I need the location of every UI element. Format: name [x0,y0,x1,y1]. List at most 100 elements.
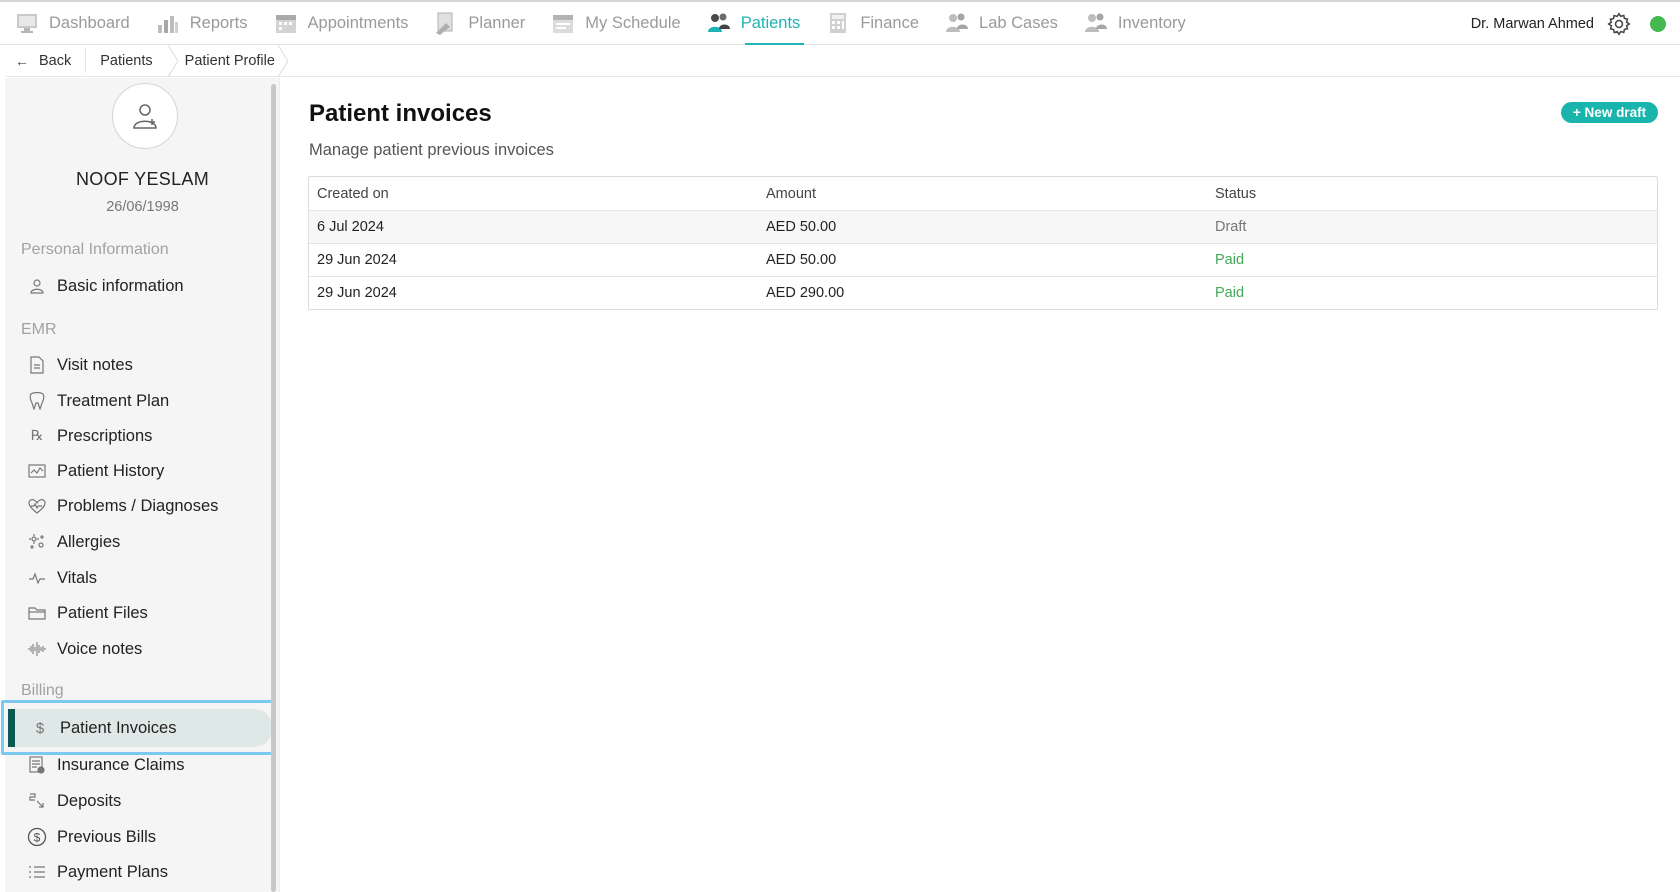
breadcrumb-patient-profile[interactable]: Patient Profile [179,45,289,76]
patients-icon [707,13,730,32]
sidebar-scrollbar[interactable] [271,84,276,892]
page-subtitle: Manage patient previous invoices [309,141,554,159]
nav-label: Planner [468,13,526,32]
sidebar-item-patient-files[interactable]: Patient Files [27,598,148,628]
online-status-dot [1650,15,1666,32]
sidebar-item-label: Vitals [57,568,98,587]
nav-label: Finance [860,13,920,32]
list-icon [27,862,47,882]
nav-label: Reports [189,13,248,32]
sidebar-item-payment-plans[interactable]: Payment Plans [27,857,168,887]
sidebar-item-label: Problems / Diagnoses [57,496,219,515]
nav-label: Dashboard [49,13,130,32]
breadcrumb-label: Patients [100,52,153,69]
dollar-circle-icon: $ [27,827,47,847]
status-badge: Draft [1215,219,1247,235]
inventory-icon [1084,13,1107,32]
avatar[interactable] [112,83,178,149]
patient-sidebar: NOOF YESLAM 26/06/1998 Personal Informat… [1,78,280,892]
sidebar-item-label: Basic information [57,276,184,295]
sidebar-item-problems-diagnoses[interactable]: Problems / Diagnoses [27,491,218,521]
breadcrumb-patients[interactable]: Patients [86,45,166,76]
document-icon [27,355,47,375]
sidebar-item-patient-history[interactable]: Patient History [27,456,164,486]
appointments-icon [275,15,296,33]
reports-icon [157,16,178,33]
cell-created-on: 29 Jun 2024 [317,285,397,301]
sidebar-item-vitals[interactable]: Vitals [27,563,97,593]
nav-label: Inventory [1117,13,1186,32]
nav-dashboard[interactable]: Dashboard [15,2,130,45]
nav-finance[interactable]: Finance [826,2,919,45]
sidebar-item-label: Deposits [57,791,122,810]
sidebar-item-previous-bills[interactable]: $ Previous Bills [27,822,156,852]
user-area: Dr. Marwan Ahmed [1471,2,1666,45]
nav-label: Lab Cases [979,13,1058,32]
dashboard-icon [17,14,37,33]
sidebar-item-deposits[interactable]: Deposits [27,786,121,816]
status-badge: Paid [1215,252,1245,268]
sidebar-item-treatment-plan[interactable]: Treatment Plan [27,386,169,416]
sidebar-item-prescriptions[interactable]: ℞ Prescriptions [27,421,153,451]
sidebar-item-label: Visit notes [57,355,133,374]
column-header-amount[interactable]: Amount [758,186,1207,202]
section-billing: Billing [21,682,64,699]
back-button[interactable]: ← Back [5,45,85,76]
tooth-icon [27,391,47,411]
breadcrumb-label: Patient Profile [184,52,275,69]
table-row[interactable]: 6 Jul 2024 AED 50.00 Draft [309,210,1657,243]
nav-planner[interactable]: Planner [434,2,525,45]
cell-amount: AED 50.00 [766,252,837,268]
cell-created-on: 6 Jul 2024 [317,219,384,235]
planner-icon [436,12,453,35]
column-header-created-on[interactable]: Created on [309,186,758,202]
patient-name: NOOF YESLAM [75,169,209,189]
nav-appointments[interactable]: Appointments [274,2,409,45]
sidebar-item-label: Allergies [57,532,121,551]
folder-icon [27,603,47,623]
gear-icon[interactable] [1606,11,1632,37]
sidebar-item-patient-invoices[interactable]: $ Patient Invoices [8,709,273,747]
cell-amount: AED 290.00 [766,285,845,301]
nav-my-schedule[interactable]: My Schedule [551,2,681,45]
nav-label: Appointments [307,13,409,32]
sidebar-item-label: Treatment Plan [57,391,170,410]
user-name[interactable]: Dr. Marwan Ahmed [1471,16,1594,32]
sidebar-item-label: Previous Bills [57,827,157,846]
claim-icon [27,755,47,775]
column-header-status[interactable]: Status [1207,186,1657,202]
sidebar-item-label: Patient Files [57,603,148,622]
dollar-icon: $ [35,719,45,737]
allergy-icon [27,532,47,552]
sidebar-item-basic-information[interactable]: Basic information [27,271,184,301]
sidebar-item-label: Payment Plans [57,862,168,881]
pulse-icon [27,568,47,588]
diagnosis-icon [27,496,47,516]
nav-patients[interactable]: Patients [707,2,804,45]
new-draft-button[interactable]: + New draft [1561,102,1658,123]
nav-label: Patients [740,13,801,32]
patient-dob: 26/06/1998 [106,199,179,215]
table-row[interactable]: 29 Jun 2024 AED 50.00 Paid [309,243,1657,276]
sidebar-item-allergies[interactable]: Allergies [27,527,120,557]
table-row[interactable]: 29 Jun 2024 AED 290.00 Paid [309,276,1657,309]
section-emr: EMR [21,321,57,338]
nav-reports[interactable]: Reports [156,2,248,45]
arrow-left-icon: ← [15,52,29,69]
prescription-icon: ℞ [30,428,44,444]
sidebar-item-insurance-claims[interactable]: Insurance Claims [27,750,184,780]
page-title: Patient invoices [309,100,492,127]
sidebar-item-label: Voice notes [57,639,143,658]
cell-amount: AED 50.00 [766,219,837,235]
sidebar-item-voice-notes[interactable]: Voice notes [27,634,142,664]
history-chart-icon [27,461,47,481]
table-header: Created on Amount Status [309,177,1657,210]
nav-inventory[interactable]: Inventory [1084,2,1186,45]
user-add-icon [133,104,157,129]
top-navigation: Dashboard Reports Appointments Planner M… [0,0,1680,45]
nav-lab-cases[interactable]: Lab Cases [945,2,1058,45]
user-icon [27,276,47,296]
sidebar-item-visit-notes[interactable]: Visit notes [27,350,133,380]
lab-cases-icon [946,13,969,32]
deposit-icon [27,791,47,811]
